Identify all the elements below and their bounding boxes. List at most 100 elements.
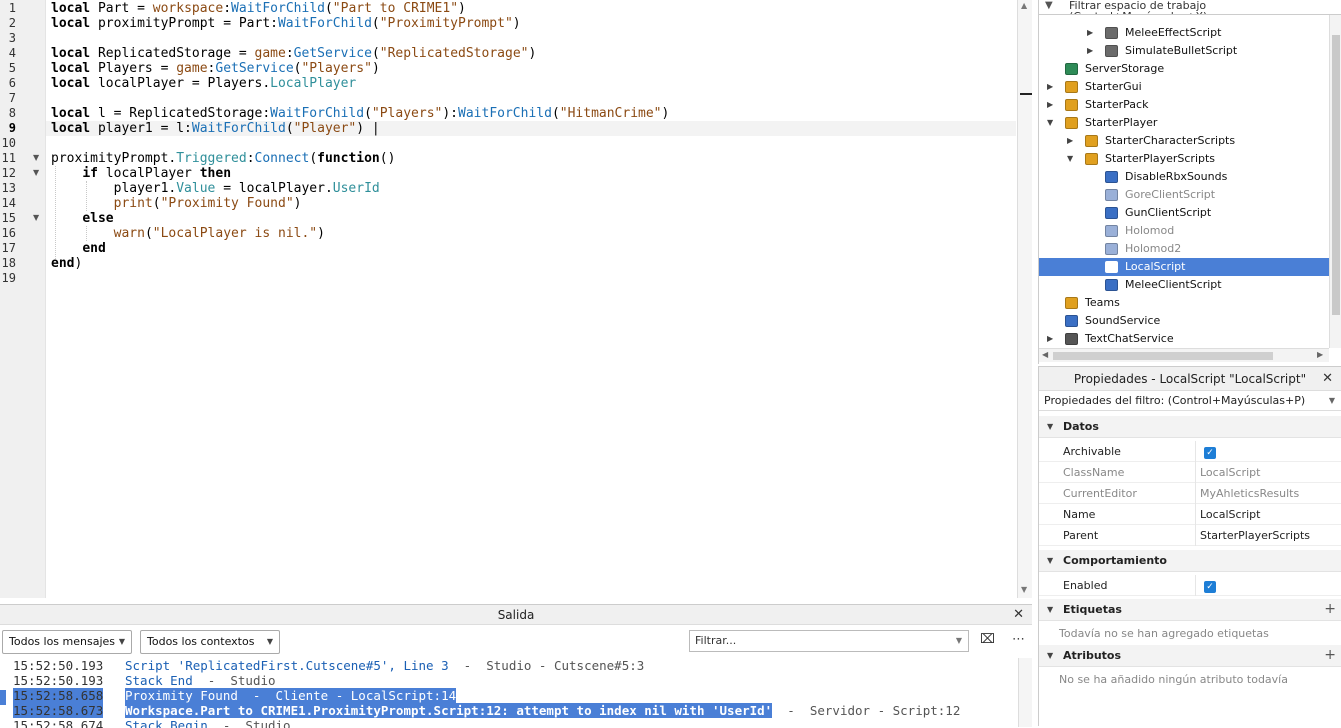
enabled-checkbox[interactable]: ✓ (1204, 581, 1216, 593)
code-line[interactable]: else (51, 211, 113, 226)
expand-icon[interactable]: ▶ (1067, 132, 1073, 150)
explorer-filter-input[interactable]: ▼ Filtrar espacio de trabajo (Control+Ma… (1039, 0, 1341, 15)
explorer-item-simulatebulletscript[interactable]: ▶ SimulateBulletScript (1039, 42, 1329, 60)
explorer-item-holomod2[interactable]: Holomod2 (1039, 240, 1329, 258)
script-editor[interactable]: 1 2 3 4 5 6 7 8 9 10 11 ▼ 12 ▼ 13 14 15 ▼ 16 17 18 19 local P… (0, 0, 1032, 598)
scroll-down-icon[interactable]: ▼ (1021, 585, 1027, 594)
code-token: ( (144, 226, 153, 241)
add-attribute-icon[interactable]: + (1324, 644, 1336, 666)
explorer-item-startergui[interactable]: ▶ StarterGui (1039, 78, 1329, 96)
output-line[interactable]: 15:52:50.193 Stack End - Studio (0, 673, 1018, 688)
editor-vertical-scrollbar[interactable]: ▲ ▼ (1017, 0, 1032, 598)
explorer-item-disablerbxsounds[interactable]: DisableRbxSounds (1039, 168, 1329, 186)
code-line[interactable]: local l = ReplicatedStorage:WaitForChild… (51, 106, 669, 121)
code-token: ( (285, 121, 294, 136)
explorer-vertical-scrollbar[interactable] (1329, 15, 1341, 348)
scroll-left-icon[interactable]: ◀ (1042, 350, 1048, 359)
explorer-item-starterpack[interactable]: ▶ StarterPack (1039, 96, 1329, 114)
property-row-enabled[interactable]: Enabled ✓ (1039, 575, 1341, 596)
collapse-icon[interactable]: ▼ (1047, 114, 1053, 132)
contexts-filter-dropdown[interactable]: Todos los contextos ▼ (140, 630, 280, 654)
explorer-item-goreclientscript[interactable]: GoreClientScript (1039, 186, 1329, 204)
scroll-thumb[interactable] (1332, 35, 1340, 315)
property-row-archivable[interactable]: Archivable ✓ (1039, 441, 1341, 462)
explorer-item-gunclientscript[interactable]: GunClientScript (1039, 204, 1329, 222)
property-value-input[interactable]: StarterPlayerScripts (1195, 525, 1341, 546)
output-filter-input[interactable]: Filtrar... ▼ (689, 630, 969, 652)
text-chat-icon (1065, 333, 1078, 345)
scroll-right-icon[interactable]: ▶ (1317, 350, 1323, 359)
code-line[interactable]: if localPlayer then (51, 166, 231, 181)
code-line[interactable]: end) (51, 256, 82, 271)
output-line[interactable]: 15:52:58.674 Stack Begin - Studio (0, 718, 1018, 728)
local-script-icon (1105, 207, 1118, 219)
code-line[interactable]: local proximityPrompt = Part:WaitForChil… (51, 16, 521, 31)
code-line[interactable]: local Players = game:GetService("Players… (51, 61, 380, 76)
section-etiquetas[interactable]: ▼ Etiquetas + (1039, 599, 1341, 621)
code-line[interactable]: local localPlayer = Players.LocalPlayer (51, 76, 356, 91)
scroll-thumb[interactable] (1053, 352, 1273, 360)
chevron-down-icon[interactable]: ▼ (1329, 391, 1335, 411)
expand-icon[interactable]: ▶ (1047, 78, 1053, 96)
clear-output-icon[interactable]: ⌧ (980, 632, 995, 647)
expand-icon[interactable]: ▶ (1047, 96, 1053, 114)
output-line[interactable]: 15:52:58.673 Workspace.Part to CRIME1.Pro… (0, 703, 1018, 718)
code-token: ReplicatedStorage = (90, 46, 255, 61)
explorer-item-textchatservice[interactable]: ▶ TextChatService (1039, 330, 1329, 348)
code-token: end (82, 241, 106, 256)
code-line[interactable]: warn("LocalPlayer is nil.") (51, 226, 325, 241)
section-atributos[interactable]: ▼ Atributos + (1039, 645, 1341, 667)
property-row-classname: ClassName LocalScript (1039, 462, 1341, 483)
collapse-icon[interactable]: ▼ (1067, 150, 1073, 168)
code-line[interactable]: proximityPrompt.Triggered:Connect(functi… (51, 151, 395, 166)
code-line[interactable]: print("Proximity Found") (51, 196, 302, 211)
explorer-item-starterplayerscripts[interactable]: ▼ StarterPlayerScripts (1039, 150, 1329, 168)
expand-icon[interactable]: ▶ (1087, 24, 1093, 42)
collapse-icon[interactable]: ▼ (1047, 550, 1053, 572)
expand-icon[interactable]: ▶ (1087, 42, 1093, 60)
line-number: 16 (1, 226, 16, 240)
timestamp: 15:52:50.193 (13, 658, 104, 673)
close-icon[interactable]: ✕ (1322, 367, 1333, 391)
code-line[interactable]: end (51, 241, 106, 256)
output-scrollbar[interactable] (1018, 658, 1032, 727)
explorer-item-meleeeffectscript[interactable]: ▶ MeleeEffectScript (1039, 24, 1329, 42)
collapse-icon[interactable]: ▼ (1047, 645, 1053, 667)
messages-filter-dropdown[interactable]: Todos los mensajes ▼ (2, 630, 132, 654)
add-tag-icon[interactable]: + (1324, 598, 1336, 620)
section-datos[interactable]: ▼ Datos (1039, 416, 1341, 438)
collapse-icon[interactable]: ▼ (1047, 599, 1053, 621)
chevron-down-icon[interactable]: ▼ (956, 631, 962, 651)
explorer-item-startercharacterscripts[interactable]: ▶ StarterCharacterScripts (1039, 132, 1329, 150)
code-line[interactable]: local player1 = l:WaitForChild("Player")… (51, 121, 380, 136)
explorer-item-holomod[interactable]: Holomod (1039, 222, 1329, 240)
section-label: Etiquetas (1063, 603, 1122, 616)
code-line[interactable]: local Part = workspace:WaitForChild("Par… (51, 1, 466, 16)
explorer-horizontal-scrollbar[interactable]: ◀ ▶ (1039, 348, 1329, 362)
properties-filter-input[interactable]: Propiedades del filtro: (Control+Mayúscu… (1039, 391, 1341, 411)
fold-toggle-icon[interactable]: ▼ (33, 168, 42, 177)
output-line[interactable]: 15:52:50.193 Script 'ReplicatedFirst.Cuts… (0, 658, 1018, 673)
code-line[interactable]: player1.Value = localPlayer.UserId (51, 181, 380, 196)
scroll-up-icon[interactable]: ▲ (1021, 1, 1027, 10)
property-row-name[interactable]: Name LocalScript (1039, 504, 1341, 525)
collapse-icon[interactable]: ▼ (1047, 416, 1053, 438)
property-row-parent[interactable]: Parent StarterPlayerScripts (1039, 525, 1341, 546)
property-value-input[interactable]: LocalScript (1195, 504, 1341, 525)
fold-toggle-icon[interactable]: ▼ (33, 153, 42, 162)
code-line[interactable]: local ReplicatedStorage = game:GetServic… (51, 46, 536, 61)
explorer-item-meleeclientscript[interactable]: MeleeClientScript (1039, 276, 1329, 294)
section-comportamiento[interactable]: ▼ Comportamiento (1039, 550, 1341, 572)
close-icon[interactable]: ✕ (1013, 605, 1024, 625)
explorer-item-localscript[interactable]: LocalScript (1039, 258, 1329, 276)
explorer-item-serverstorage[interactable]: ServerStorage (1039, 60, 1329, 78)
more-options-icon[interactable]: ⋯ (1012, 632, 1025, 647)
archivable-checkbox[interactable]: ✓ (1204, 447, 1216, 459)
expand-icon[interactable]: ▶ (1047, 330, 1053, 348)
explorer-item-teams[interactable]: Teams (1039, 294, 1329, 312)
explorer-item-soundservice[interactable]: SoundService (1039, 312, 1329, 330)
output-log[interactable]: 15:52:50.193 Script 'ReplicatedFirst.Cuts… (0, 658, 1018, 728)
explorer-item-starterplayer[interactable]: ▼ StarterPlayer (1039, 114, 1329, 132)
fold-toggle-icon[interactable]: ▼ (33, 213, 42, 222)
output-line[interactable]: 15:52:58.658 Proximity Found - Cliente - … (0, 688, 1018, 703)
